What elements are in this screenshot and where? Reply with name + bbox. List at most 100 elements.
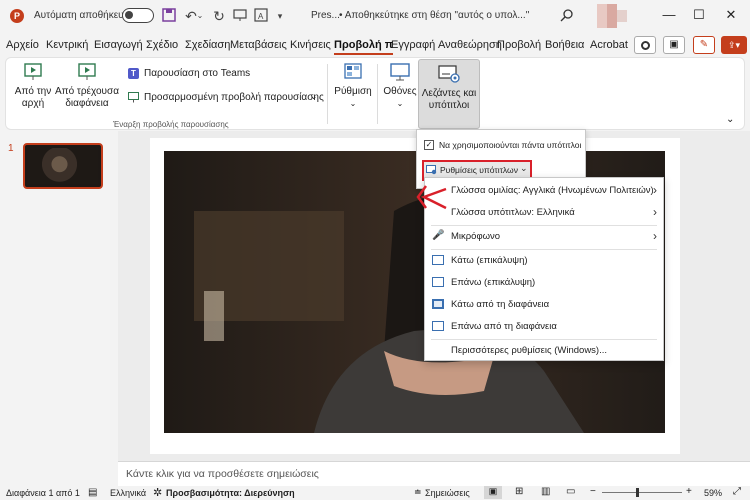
powerpoint-logo-icon: P [10,9,24,23]
normal-view-icon[interactable]: ▣ [484,486,502,499]
setup-button[interactable]: Ρύθμιση ⌄ [333,62,373,114]
reading-view-icon[interactable]: ▥ [541,486,550,497]
language-status[interactable]: Ελληνικά [110,488,146,498]
record-button[interactable] [634,36,656,54]
chevron-right-icon: › [653,229,657,243]
redo-icon[interactable]: ↻ [211,8,227,24]
teams-icon: T [128,68,139,79]
status-bar: Διαφάνεια 1 από 1 ▤ Ελληνικά ✲ Προσβασιμ… [0,486,750,500]
close-icon[interactable]: ✕ [721,5,741,25]
notes-placeholder: Κάντε κλικ για να προσθέσετε σημειώσεις [126,468,319,480]
subtitle-settings-icon [426,165,437,175]
slide-count: Διαφάνεια 1 από 1 [6,488,80,498]
chevron-down-icon: ⌄ [310,91,318,101]
save-icon[interactable] [161,8,177,24]
custom-show-icon [128,92,139,103]
zoom-in-icon[interactable]: + [686,486,692,497]
tab-home[interactable]: Κεντρική [46,39,88,51]
tab-animations[interactable]: Κινήσεις [290,39,331,51]
slideshow-start-icon [23,62,43,82]
maximize-icon[interactable]: ☐ [689,5,709,25]
divider [377,64,378,124]
captions-icon [438,64,460,84]
tab-record[interactable]: Εγγραφή [391,39,435,51]
accessibility-icon: ✲ [153,487,163,499]
ribbon-panel: Από την αρχή Από τρέχουσα διαφάνεια T Πα… [5,57,745,130]
bottom-overlay-item[interactable]: Κάτω (επικάλυψη) [425,250,663,272]
tab-slideshow[interactable]: Προβολή π [334,39,394,55]
tab-transitions[interactable]: Μεταβάσεις [230,39,287,51]
tab-view[interactable]: Προβολή [497,39,541,51]
slide-number: 1 [8,143,14,154]
autosave-label: Αυτόματη αποθήκευση [34,10,136,21]
collapse-ribbon-icon[interactable]: ⌄ [726,114,734,125]
from-start-button[interactable]: Από την αρχή [14,62,52,114]
notes-toggle[interactable]: Σημειώσεις [425,488,470,498]
chevron-right-icon: › [653,183,657,197]
tab-acrobat[interactable]: Acrobat [590,39,628,51]
spoken-language-item[interactable]: Γλώσσα ομιλίας: Αγγλικά (Ηνωμένων Πολιτε… [425,180,663,202]
tab-draw[interactable]: Σχέδιο [146,39,178,51]
slide-sorter-icon[interactable]: ⊞ [515,486,523,497]
autosave-toggle[interactable] [122,8,154,23]
captions-subtitles-button[interactable]: Λεζάντες και υπότιτλοι [418,59,480,129]
comments-button[interactable]: ✎ [693,36,715,54]
avatar[interactable] [597,4,617,28]
tab-review[interactable]: Αναθεώρηση [438,39,502,51]
undo-dropdown-icon[interactable]: ⌄ [196,8,204,24]
minimize-icon[interactable]: — [659,5,679,25]
zoom-out-icon[interactable]: − [590,486,596,497]
slide-thumbnail-pane: 1 [0,131,118,486]
above-slide-item[interactable]: Επάνω από τη διαφάνεια [425,316,663,338]
group-label-start-slideshow: Έναρξη προβολής παρουσίασης [113,120,229,129]
above-slide-icon [432,321,444,331]
chevron-down-icon: ⌄ [349,99,357,108]
share-button[interactable]: ⇪▾ [721,36,747,54]
subtitle-settings-submenu: Γλώσσα ομιλίας: Αγγλικά (Ηνωμένων Πολιτε… [424,177,664,361]
monitors-button[interactable]: Οθόνες ⌄ [380,62,420,114]
notes-icon: ≐ [414,487,422,497]
slide-thumbnail[interactable] [23,143,103,189]
accessibility-status[interactable]: Προσβασιμότητα: Διερεύνηση [166,488,295,498]
chevron-down-icon: ⌄ [396,99,404,108]
title-bar: P Αυτόματη αποθήκευση ↶ ⌄ ↻ A ▾ Pres... … [0,0,750,33]
slideshow-view-icon[interactable]: ▭ [566,486,575,497]
more-settings-item[interactable]: Περισσότερες ρυθμίσεις (Windows)... [425,340,663,362]
top-overlay-item[interactable]: Επάνω (επικάλυψη) [425,272,663,294]
zoom-level[interactable]: 59% [704,488,722,498]
camera-icon[interactable]: ▣ [663,36,685,54]
setup-slideshow-icon [343,62,363,82]
search-icon[interactable] [559,8,575,24]
chevron-down-icon: ⌄ [520,163,528,173]
microphone-item[interactable]: 🎤 Μικρόφωνο › [425,226,663,248]
text-box-icon[interactable]: A [253,8,269,24]
monitor-icon [390,62,410,82]
zoom-slider-thumb[interactable] [636,488,639,497]
top-overlay-icon [432,277,444,287]
bottom-overlay-icon [432,255,444,265]
tab-insert[interactable]: Εισαγωγή [94,39,143,51]
microphone-icon: 🎤 [432,230,445,241]
chevron-right-icon: › [653,205,657,219]
tab-file[interactable]: Αρχείο [6,39,39,51]
save-status[interactable]: • Αποθηκεύτηκε στη θέση "αυτός ο υπολ...… [339,10,529,21]
more-commands-icon[interactable]: ▾ [272,8,288,24]
fit-to-window-icon[interactable]: ⤢ [733,486,741,497]
notes-pane[interactable]: Κάντε κλικ για να προσθέσετε σημειώσεις [118,461,750,486]
always-use-subtitles-item[interactable]: ✓ Να χρησιμοποιούνται πάντα υπότιτλοι [417,138,585,154]
zoom-slider[interactable] [602,488,682,497]
tab-help[interactable]: Βοήθεια [545,39,584,51]
from-current-slide-button[interactable]: Από τρέχουσα διαφάνεια [54,62,120,114]
divider [327,64,328,124]
tab-design[interactable]: Σχεδίαση [185,39,230,51]
below-slide-item[interactable]: Κάτω από τη διαφάνεια [425,294,663,316]
spelling-icon[interactable]: ▤ [88,487,97,498]
subtitle-language-item[interactable]: Γλώσσα υπότιτλων: Ελληνικά › [425,202,663,224]
annotation-arrows [416,185,447,210]
below-slide-icon [432,299,444,309]
avatar-name [617,10,627,22]
present-icon[interactable] [232,8,248,24]
checkbox-checked-icon: ✓ [424,140,434,150]
slideshow-current-icon [77,62,97,82]
svg-text:A: A [258,12,264,21]
